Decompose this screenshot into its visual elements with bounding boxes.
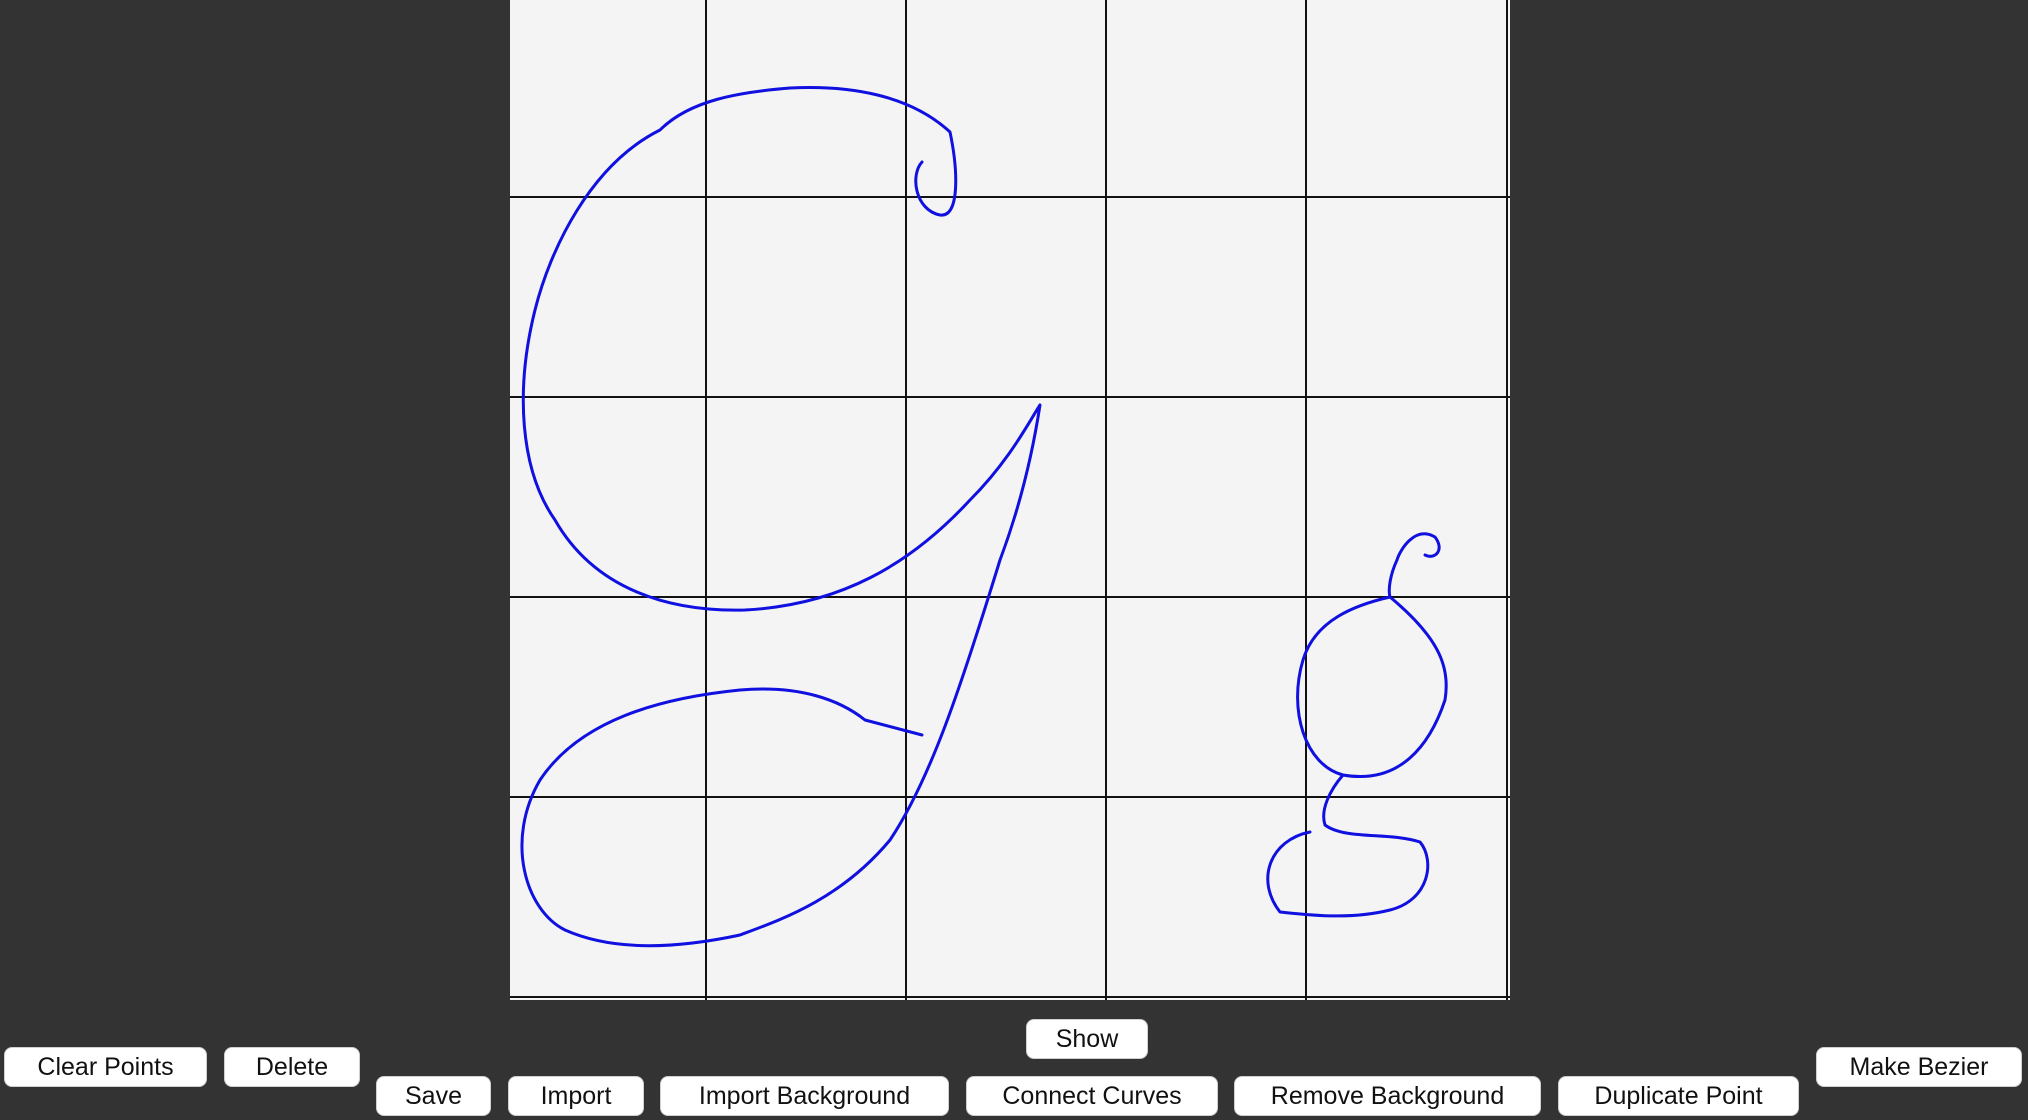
- small-g-curve: [1266, 532, 1448, 918]
- import-button[interactable]: Import: [508, 1076, 644, 1116]
- grid: [510, 0, 1510, 1000]
- capital-g-curve: [520, 86, 1042, 948]
- glyph-curves: [520, 86, 1448, 948]
- clear-points-button[interactable]: Clear Points: [4, 1047, 207, 1087]
- drawing-canvas[interactable]: [510, 0, 1510, 1000]
- show-button[interactable]: Show: [1026, 1019, 1148, 1059]
- duplicate-point-button[interactable]: Duplicate Point: [1558, 1076, 1799, 1116]
- delete-button[interactable]: Delete: [224, 1047, 360, 1087]
- make-bezier-button[interactable]: Make Bezier: [1816, 1047, 2022, 1087]
- connect-curves-button[interactable]: Connect Curves: [966, 1076, 1218, 1116]
- save-button[interactable]: Save: [376, 1076, 491, 1116]
- canvas-svg[interactable]: [510, 0, 1510, 1000]
- import-background-button[interactable]: Import Background: [660, 1076, 949, 1116]
- remove-background-button[interactable]: Remove Background: [1234, 1076, 1541, 1116]
